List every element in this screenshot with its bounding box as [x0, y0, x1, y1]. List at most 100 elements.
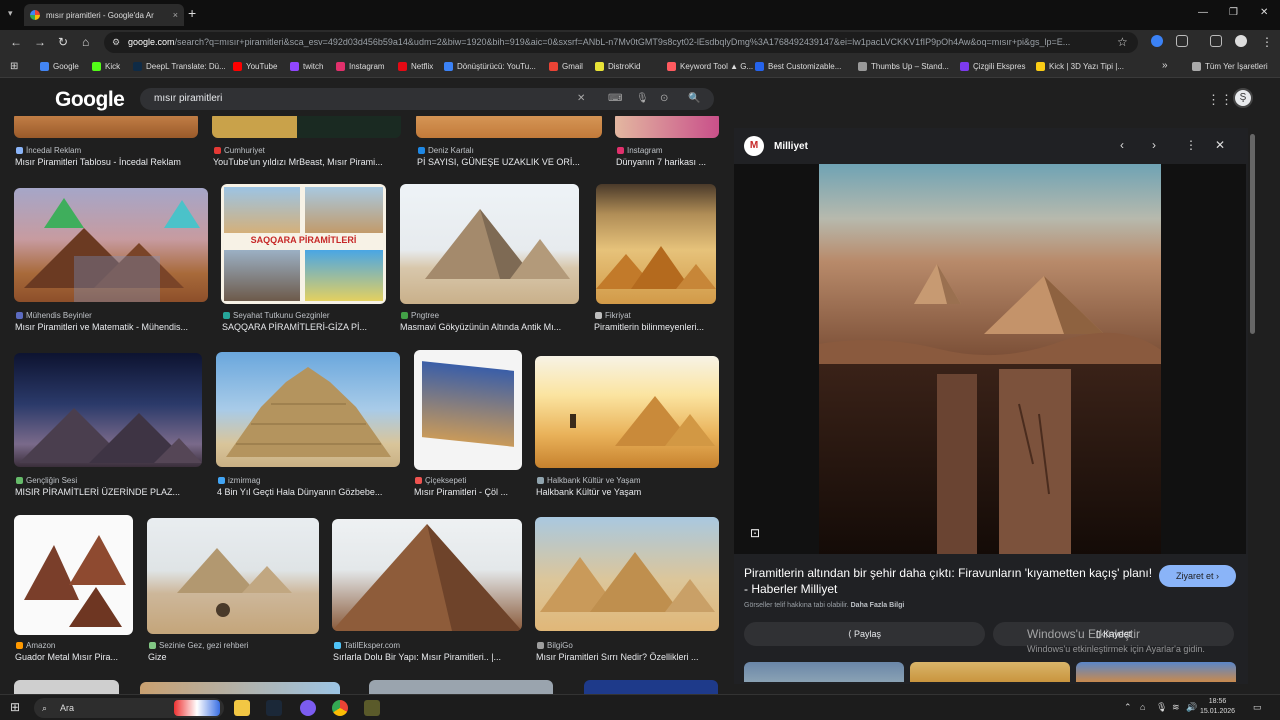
related-image[interactable]: [1076, 662, 1236, 682]
result-caption[interactable]: Pİ SAYISI, GÜNEŞE UZAKLIK VE ORİ...: [417, 157, 580, 167]
file-explorer-icon[interactable]: [234, 700, 250, 716]
bookmark-item[interactable]: Instagram: [336, 62, 385, 71]
tray-chevron-icon[interactable]: ⌃: [1124, 702, 1132, 713]
result-caption[interactable]: Mısır Piramitleri ve Matematik - Mühendi…: [15, 322, 188, 332]
result-image[interactable]: [14, 116, 198, 138]
result-image[interactable]: [216, 352, 400, 467]
result-image[interactable]: [147, 518, 319, 634]
result-source[interactable]: izmirmag: [218, 476, 260, 485]
result-source[interactable]: Cumhuriyet: [214, 146, 265, 155]
all-bookmarks-folder[interactable]: Tüm Yer İşaretleri: [1192, 62, 1268, 71]
result-image[interactable]: [615, 116, 719, 138]
wifi-icon[interactable]: ≋: [1172, 702, 1180, 713]
bookmark-item[interactable]: Gmail: [549, 62, 583, 71]
extensions-puzzle-icon[interactable]: [1176, 35, 1188, 47]
bookmark-item[interactable]: DistroKid: [595, 62, 640, 71]
previous-image-icon[interactable]: ‹: [1120, 138, 1124, 152]
minimize-icon[interactable]: —: [1198, 7, 1208, 18]
url-field[interactable]: ⚙ google.com/search?q=mısır+piramitleri&…: [104, 32, 1138, 53]
result-image[interactable]: [596, 184, 716, 304]
windows-start-icon[interactable]: ⊞: [10, 700, 20, 714]
panel-title[interactable]: Piramitlerin altından bir şehir daha çık…: [744, 565, 1154, 597]
microphone-icon[interactable]: 🎙: [636, 88, 649, 110]
result-image[interactable]: [416, 116, 602, 138]
browser-menu-icon[interactable]: ⋮: [1261, 35, 1273, 49]
volume-icon[interactable]: 🔊: [1186, 702, 1197, 713]
result-caption[interactable]: Mısır Piramitleri - Çöl ...: [414, 487, 508, 497]
app-icon[interactable]: [364, 700, 380, 716]
bookmark-item[interactable]: Google: [40, 62, 79, 71]
google-logo[interactable]: Google: [55, 88, 125, 112]
discord-icon[interactable]: [300, 700, 316, 716]
new-tab-button[interactable]: +: [188, 5, 196, 21]
site-info-icon[interactable]: ⚙: [112, 32, 120, 53]
more-options-icon[interactable]: ⋮: [1185, 138, 1197, 152]
bookmark-item[interactable]: Çizgili Ekspres: [960, 62, 1025, 71]
result-source[interactable]: Çiçeksepeti: [415, 476, 466, 485]
bookmark-item[interactable]: Kick | 3D Yazı Tipi |...: [1036, 62, 1124, 71]
result-image[interactable]: [414, 350, 522, 470]
result-source[interactable]: Pngtree: [401, 311, 439, 320]
forward-icon[interactable]: →: [34, 35, 46, 49]
notification-icon[interactable]: ▭: [1253, 702, 1262, 713]
bookmark-item[interactable]: Best Customizable...: [755, 62, 841, 71]
panel-source[interactable]: M Milliyet: [744, 136, 808, 156]
result-image[interactable]: [400, 184, 579, 304]
result-caption[interactable]: MISIR PİRAMİTLERİ ÜZERİNDE PLAZ...: [15, 487, 180, 497]
result-source[interactable]: TatilEksper.com: [334, 641, 400, 650]
preview-image-area[interactable]: ⊡: [734, 164, 1246, 554]
result-image[interactable]: [14, 680, 119, 694]
result-image[interactable]: [14, 515, 133, 635]
result-source[interactable]: Halkbank Kültür ve Yaşam: [537, 476, 641, 485]
chrome-icon[interactable]: [332, 700, 348, 716]
bookmarks-more-icon[interactable]: »: [1162, 60, 1168, 71]
result-caption[interactable]: Sırlarla Dolu Bir Yapı: Mısır Piramitler…: [333, 652, 501, 662]
microphone-tray-icon[interactable]: 🎙: [1156, 702, 1167, 713]
result-source[interactable]: BilgiGo: [537, 641, 573, 650]
tab-search-chevron-icon[interactable]: ▾: [8, 8, 13, 19]
result-source[interactable]: Seyahat Tutkunu Gezginler: [223, 311, 330, 320]
result-source[interactable]: Mühendis Beyinler: [16, 311, 92, 320]
tab-close-icon[interactable]: ×: [173, 10, 178, 20]
result-caption[interactable]: Piramitlerin bilinmeyenleri...: [594, 322, 704, 332]
share-button[interactable]: ⟨ Paylaş: [744, 622, 985, 646]
result-source[interactable]: Sezinie Gez, gezi rehberi: [149, 641, 248, 650]
reload-icon[interactable]: ↻: [58, 35, 68, 49]
bookmark-item[interactable]: Netflix: [398, 62, 433, 71]
next-image-icon[interactable]: ›: [1152, 138, 1156, 152]
restore-icon[interactable]: ❐: [1229, 7, 1238, 18]
tab-search-icon[interactable]: [1210, 35, 1222, 47]
preview-image[interactable]: [819, 164, 1161, 554]
result-caption[interactable]: Gize: [148, 652, 167, 662]
panel-scrollbar[interactable]: [1250, 128, 1256, 684]
result-caption[interactable]: 4 Bin Yıl Geçti Hala Dünyanın Gözbebe...: [217, 487, 382, 497]
more-info-link[interactable]: Daha Fazla Bilgi: [851, 602, 905, 609]
search-input[interactable]: mısır piramitleri ✕ ⌨ 🎙 ⊙ 🔍: [140, 88, 714, 110]
bookmark-item[interactable]: Keyword Tool ▲ G...: [667, 62, 753, 71]
result-caption[interactable]: Mısır Piramitleri Sırrı Nedir? Özellikle…: [536, 652, 699, 662]
bookmark-item[interactable]: Thumbs Up – Stand...: [858, 62, 949, 71]
home-icon[interactable]: ⌂: [82, 35, 89, 49]
result-image[interactable]: [535, 517, 719, 631]
taskbar-search[interactable]: ⌕ Ara: [34, 698, 224, 718]
result-caption[interactable]: Mısır Piramitleri Tablosu - İncedal Rekl…: [15, 157, 181, 167]
avatar[interactable]: Ş: [1233, 88, 1253, 108]
search-icon[interactable]: 🔍: [688, 88, 700, 110]
bookmark-star-icon[interactable]: ☆: [1117, 35, 1128, 49]
related-image[interactable]: [910, 662, 1070, 682]
steam-icon[interactable]: [266, 700, 282, 716]
result-source[interactable]: Gençliğin Sesi: [16, 476, 77, 485]
lens-search-icon[interactable]: ⊙: [660, 88, 668, 110]
network-icon[interactable]: ⌂: [1140, 702, 1145, 712]
result-source[interactable]: Instagram: [617, 146, 663, 155]
extension-icon[interactable]: [1151, 35, 1163, 47]
result-source[interactable]: Fikriyat: [595, 311, 631, 320]
bookmark-item[interactable]: Kick: [92, 62, 120, 71]
close-panel-icon[interactable]: ✕: [1215, 138, 1225, 152]
browser-tab[interactable]: mısır piramitleri - Google'da Ar ×: [24, 4, 184, 26]
result-image[interactable]: [535, 356, 719, 468]
result-image[interactable]: [14, 188, 208, 302]
visit-button[interactable]: Ziyaret et ›: [1159, 565, 1236, 587]
result-image[interactable]: [212, 116, 401, 138]
result-source[interactable]: İncedal Reklam: [16, 146, 81, 155]
